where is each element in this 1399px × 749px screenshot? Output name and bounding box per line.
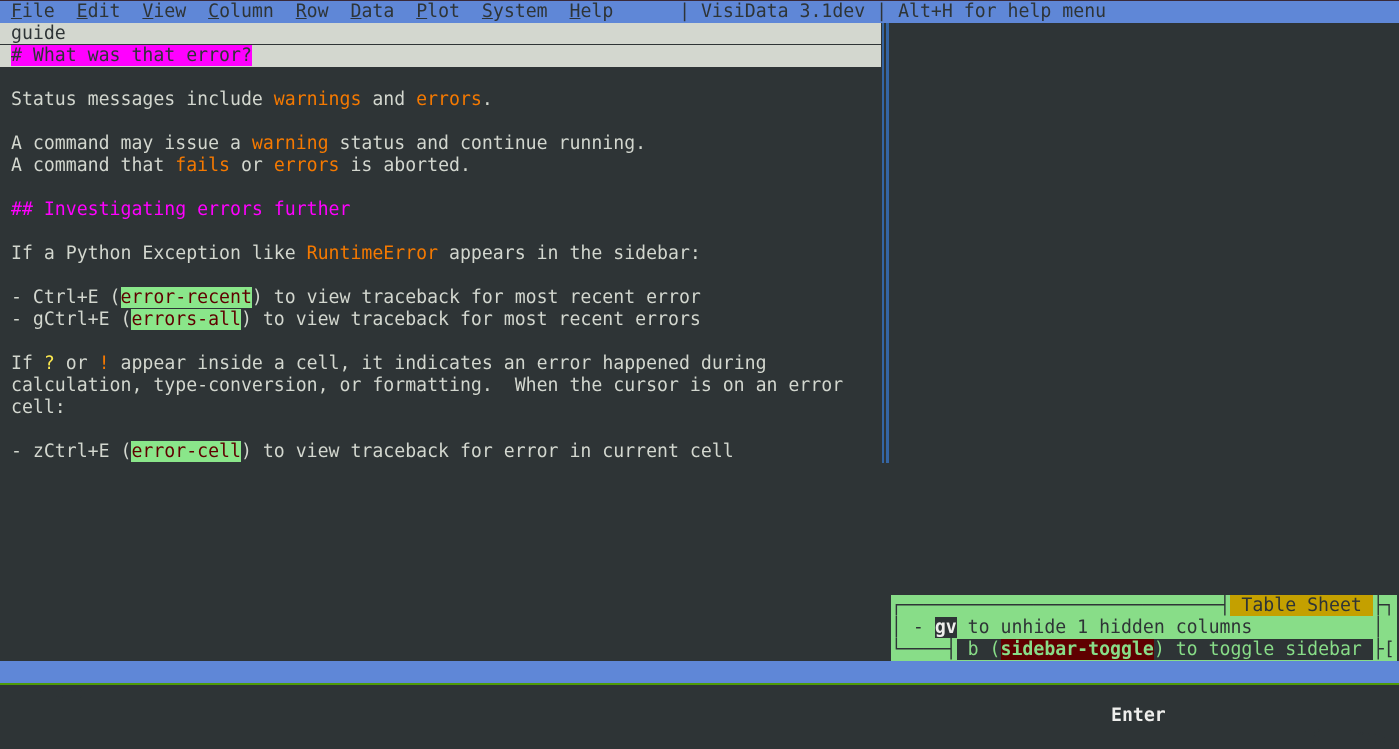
guide-heading: # What was that error?	[11, 45, 252, 66]
text-segment: ## Investigating errors further	[11, 199, 351, 220]
guide-line: - gCtrl+E (errors-all) to view traceback…	[0, 309, 701, 331]
guide-line	[0, 419, 11, 441]
sidebar-top-border: ┌─────────────────────────────┤ Table Sh…	[891, 595, 1395, 616]
last-keystroke: Enter	[1111, 705, 1166, 727]
menu-system[interactable]: System	[482, 1, 548, 23]
sidebar[interactable]: ┌─────────────────────────────┤ Table Sh…	[891, 595, 1397, 661]
guide-line	[0, 221, 11, 243]
text-segment: cell:	[11, 397, 66, 418]
menu-bar: File Edit View Column Row Data Plot Syst…	[0, 1, 1399, 23]
line-count: 19 lines	[1300, 727, 1388, 748]
text-segment: A command that	[11, 155, 176, 176]
help-hint: Alt+H for help menu	[898, 1, 1107, 22]
text-segment: b (	[956, 639, 1001, 660]
guide-line	[0, 265, 11, 287]
guide-line: If a Python Exception like RuntimeError …	[0, 243, 701, 265]
text-segment: If	[11, 353, 44, 374]
text-segment: status and continue running.	[328, 133, 647, 154]
text-segment: or	[230, 155, 274, 176]
command-name: error-cell	[131, 441, 241, 462]
command-name: errors-all	[131, 309, 241, 330]
text-segment: ) to view traceback for error in current…	[240, 441, 734, 462]
menu-row[interactable]: Row	[296, 1, 329, 23]
heading-row: # What was that error?	[0, 45, 881, 67]
text-segment: Status messages include	[11, 89, 274, 110]
guide-line	[0, 111, 11, 133]
text-segment: is aborted.	[339, 155, 471, 176]
guide-line	[0, 67, 11, 89]
text-segment: If a Python Exception like	[11, 243, 307, 264]
text-segment: ) to view traceback for most recent erro…	[240, 309, 701, 330]
text-segment: !	[98, 353, 110, 374]
menu-plot[interactable]: Plot	[416, 1, 460, 23]
menu-help[interactable]: Help	[570, 1, 614, 23]
text-segment: warning	[251, 133, 329, 154]
status-bar: Enter› | Enter 19 lines	[0, 661, 1399, 748]
text-segment: ) to toggle sidebar	[1153, 639, 1373, 660]
guide-line: ## Investigating errors further	[0, 199, 350, 221]
menu-column[interactable]: Column	[208, 1, 274, 23]
app-title: | VisiData 3.1dev |	[679, 1, 888, 22]
command-name: error-recent	[120, 287, 252, 308]
menu-edit[interactable]: Edit	[77, 1, 121, 23]
guide-line: A command may issue a warning status and…	[0, 133, 646, 155]
guide-line: Status messages include warnings and err…	[0, 89, 493, 111]
menu-file[interactable]: File	[11, 1, 55, 23]
guide-line: - Ctrl+E (error-recent) to view tracebac…	[0, 287, 701, 309]
sheet-divider	[882, 23, 885, 463]
guide-line	[0, 177, 11, 199]
command-name: sidebar-toggle	[1000, 639, 1154, 660]
guide-line: A command that fails or errors is aborte…	[0, 155, 471, 177]
sidebar-line: │ - gv to unhide 1 hidden columns │	[891, 617, 1384, 638]
menu-data[interactable]: Data	[350, 1, 394, 23]
text-segment: appear inside a cell, it indicates an er…	[109, 353, 767, 374]
sidebar-line: └────┤ b (sidebar-toggle) to toggle side…	[891, 639, 1395, 660]
text-segment: A command may issue a	[11, 133, 252, 154]
command-name: gv	[934, 617, 957, 638]
text-segment: -	[901, 617, 935, 638]
text-segment: errors	[416, 89, 482, 110]
guide-line: - zCtrl+E (error-cell) to view traceback…	[0, 441, 734, 463]
text-segment: ) to view traceback for most recent erro…	[251, 287, 701, 308]
text-segment: ?	[43, 353, 55, 374]
text-segment: .	[481, 89, 493, 110]
text-segment: calculation, type-conversion, or formatt…	[11, 375, 844, 396]
guide-line: calculation, type-conversion, or formatt…	[0, 375, 843, 397]
sidebar-title: Table Sheet	[1230, 595, 1373, 616]
text-segment: or	[54, 353, 99, 374]
text-segment: warnings	[273, 89, 362, 110]
text-segment: - Ctrl+E (	[11, 287, 121, 308]
menu-view[interactable]: View	[142, 1, 186, 23]
guide-line	[0, 331, 11, 353]
guide-line: If ? or ! appear inside a cell, it indic…	[0, 353, 767, 375]
status-left: Enter› |	[21, 683, 121, 704]
text-segment: - gCtrl+E (	[11, 309, 132, 330]
text-segment: and	[361, 89, 417, 110]
text-segment: to unhide 1 hidden columns	[956, 617, 1253, 638]
text-segment: errors	[273, 155, 340, 176]
guide-line: cell:	[0, 397, 66, 419]
text-segment: - zCtrl+E (	[11, 441, 132, 462]
text-segment: RuntimeError	[306, 243, 439, 264]
sheet-name: guide	[0, 23, 881, 45]
text-segment: appears in the sidebar:	[438, 243, 701, 264]
text-segment: fails	[175, 155, 230, 176]
